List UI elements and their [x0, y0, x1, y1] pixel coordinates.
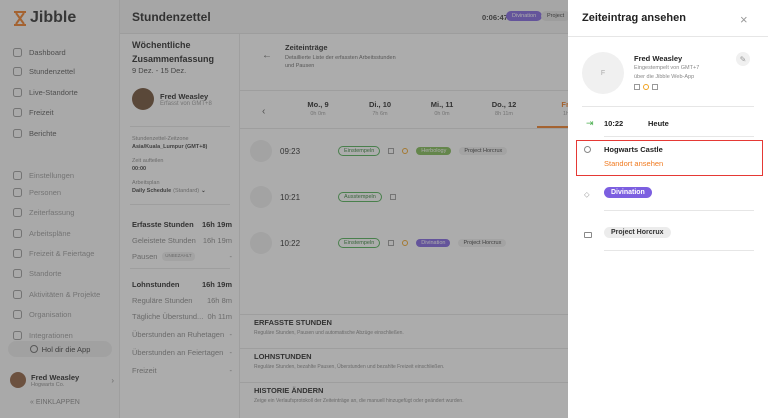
clocked-in-from: Eingestempelt von GMT+7 — [634, 65, 700, 71]
tag-icon: ⬦ — [584, 190, 590, 199]
location-icon — [584, 146, 591, 153]
folder-icon — [584, 232, 592, 238]
time-entry-panel: Zeiteintrag ansehen × F Fred Weasley Ein… — [568, 0, 768, 418]
panel-title: Zeiteintrag ansehen — [582, 12, 686, 24]
device-icon — [634, 84, 640, 90]
location-name: Hogwarts Castle — [604, 145, 663, 154]
entry-day: Heute — [648, 119, 669, 128]
view-location-link[interactable]: Standort ansehen — [604, 159, 663, 168]
photo-icon — [652, 84, 658, 90]
edit-icon[interactable]: ✎ — [736, 52, 750, 66]
via-app: über die Jibble Web-App — [634, 74, 695, 80]
avatar: F — [582, 52, 624, 94]
activity-badge[interactable]: Divination — [604, 187, 652, 198]
clock-in-icon: ⇥ — [586, 118, 594, 128]
project-badge[interactable]: Project Horcrux — [604, 227, 671, 238]
person-name: Fred Weasley — [634, 54, 683, 63]
location-pin-icon — [643, 84, 649, 90]
modal-overlay[interactable] — [0, 0, 568, 418]
entry-time: 10:22 — [604, 119, 624, 128]
close-icon[interactable]: × — [740, 12, 748, 27]
